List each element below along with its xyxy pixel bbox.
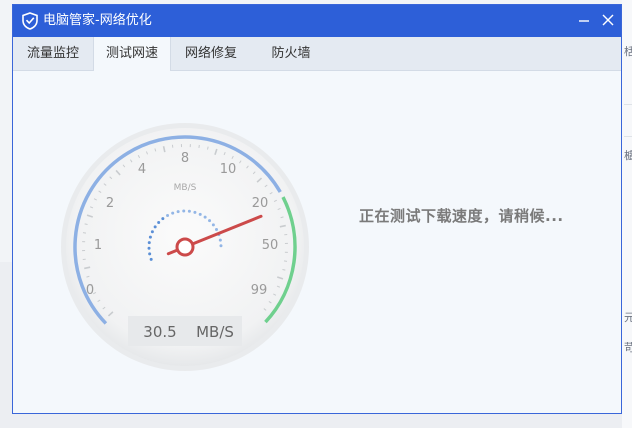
speed-gauge: 0 1 2 4 8 10 20 50 99 MB/S 30.5 MB/S [61,123,309,371]
progress-dot [161,217,165,221]
gauge-unit-label: MB/S [174,183,197,193]
background-app-edge [622,0,632,428]
gauge-tick [207,146,209,150]
progress-dot [187,209,191,213]
progress-dot [219,244,223,248]
progress-dot [147,241,151,245]
scale-label-8: 8 [181,151,189,166]
tab-speed-test[interactable]: 测试网速 [93,37,171,71]
scale-label-0: 0 [86,283,94,298]
progress-dot [148,235,152,239]
speed-readout-value: 30.5 [143,323,176,341]
background-text: 栝 [624,46,632,58]
background-text: 樝 [624,150,632,162]
network-optimize-window: 电脑管家-网络优化 流量监控 测试网速 网络修复 防火墙 0 1 2 4 8 1… [12,4,622,414]
shield-logo-icon [22,12,38,30]
scale-label-10: 10 [220,162,237,177]
scale-label-2: 2 [106,196,114,211]
speed-test-panel: 0 1 2 4 8 10 20 50 99 MB/S 30.5 MB/S 正在测… [13,71,621,413]
background-divider [624,136,632,137]
progress-dot [148,252,152,256]
progress-dot [171,211,175,215]
progress-dot [193,210,197,214]
minimize-icon [579,20,589,22]
close-button[interactable] [599,11,617,29]
progress-dot [208,219,212,223]
speed-readout-unit: MB/S [196,323,234,341]
scale-label-20: 20 [252,196,269,211]
minimize-button[interactable] [575,11,593,29]
background-text: 元 [624,312,632,324]
gauge-tick [84,223,88,225]
progress-dot [157,220,161,224]
tab-traffic-monitor[interactable]: 流量监控 [13,37,93,71]
scale-label-50: 50 [262,238,279,253]
progress-dot [150,230,154,234]
progress-dot [214,228,218,232]
scale-label-4: 4 [138,162,146,177]
progress-dot [166,214,170,218]
window-title: 电脑管家-网络优化 [43,13,152,28]
speed-test-status: 正在测试下载速度，请稍候... [359,207,564,225]
progress-dot [218,238,222,242]
title-bar[interactable]: 电脑管家-网络优化 [13,5,621,37]
close-icon [602,14,614,26]
progress-dot [147,246,151,250]
progress-dot [176,210,180,214]
scale-label-1: 1 [94,238,102,253]
progress-dot [211,223,215,227]
background-text: 苛 [624,342,632,354]
progress-dot [153,225,157,229]
progress-dot [182,209,186,213]
gauge-tick [282,269,286,271]
progress-dot [198,212,202,216]
tab-bar: 流量监控 测试网速 网络修复 防火墙 [13,37,621,71]
tab-firewall[interactable]: 防火墙 [251,37,331,71]
scale-label-99: 99 [251,283,268,298]
progress-dot [149,257,153,261]
background-divider [624,104,632,105]
gauge-needle-hub [175,237,195,257]
progress-dot [203,215,207,219]
tab-network-repair[interactable]: 网络修复 [171,37,251,71]
